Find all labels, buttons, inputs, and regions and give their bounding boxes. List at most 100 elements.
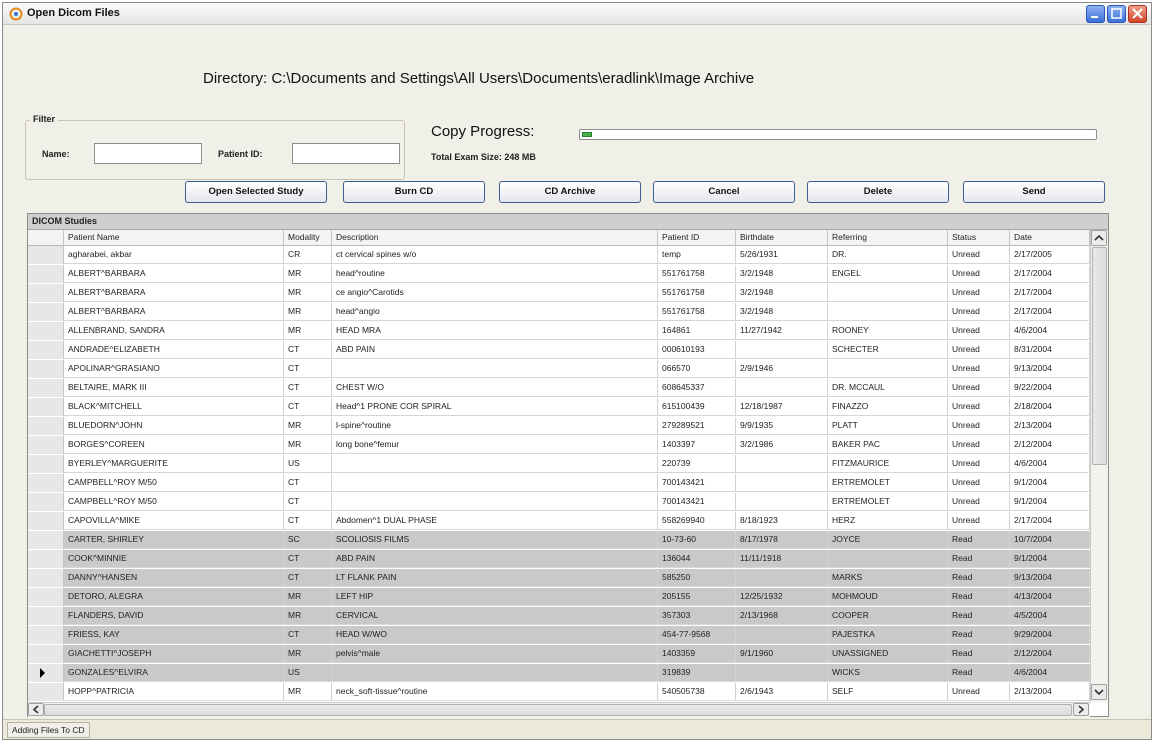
column-header-birthdate[interactable]: Birthdate xyxy=(736,230,828,246)
row-header[interactable] xyxy=(28,398,64,416)
cell-patient-id: 1403359 xyxy=(658,645,736,663)
table-row[interactable]: agharabei, akbar CR ct cervical spines w/o… xyxy=(28,246,1090,264)
scroll-left-button[interactable] xyxy=(28,703,44,716)
row-header[interactable] xyxy=(28,436,64,454)
row-header[interactable] xyxy=(28,493,64,511)
cell-date: 2/17/2005 xyxy=(1010,246,1090,264)
row-header[interactable] xyxy=(28,569,64,587)
table-row[interactable]: BLACK^MITCHELL CT Head^1 PRONE COR SPIRAL 6… xyxy=(28,398,1090,416)
minimize-button[interactable] xyxy=(1086,5,1105,23)
patient-id-input[interactable] xyxy=(292,143,400,164)
row-header[interactable] xyxy=(28,664,64,682)
scroll-down-button[interactable] xyxy=(1091,684,1107,700)
column-header-status[interactable]: Status xyxy=(948,230,1010,246)
column-header-date[interactable]: Date xyxy=(1010,230,1090,246)
cell-referring: ENGEL xyxy=(828,265,948,283)
row-header[interactable] xyxy=(28,303,64,321)
table-row[interactable]: CAMPBELL^ROY M/50 CT 700143421 ERTREMOLET Un… xyxy=(28,474,1090,492)
table-row[interactable]: ALBERT^BARBARA MR ce angio^Carotids 5517617… xyxy=(28,284,1090,302)
cell-patient-name: BLACK^MITCHELL xyxy=(64,398,284,416)
table-row[interactable]: FRIESS, KAY CT HEAD W/WO 454-77-9568 PAJESTK… xyxy=(28,626,1090,644)
row-header[interactable] xyxy=(28,360,64,378)
total-exam-size: Total Exam Size: 248 MB xyxy=(431,152,536,162)
row-header[interactable] xyxy=(28,512,64,530)
cell-description xyxy=(332,474,658,492)
row-header[interactable] xyxy=(28,588,64,606)
row-header[interactable] xyxy=(28,645,64,663)
table-row[interactable]: GONZALES^ELVIRA US 319839 WICKS Read 4/6/2004 xyxy=(28,664,1090,682)
table-row[interactable]: BLUEDORN^JOHN MR l-spine^routine 279289521 9… xyxy=(28,417,1090,435)
table-row[interactable]: BYERLEY^MARGUERITE US 220739 FITZMAURICE Unr… xyxy=(28,455,1090,473)
cell-patient-name: CAMPBELL^ROY M/50 xyxy=(64,493,284,511)
table-row[interactable]: COOK^MINNIE CT ABD PAIN 136044 11/11/1918 Rea… xyxy=(28,550,1090,568)
close-button[interactable] xyxy=(1128,5,1147,23)
column-header-patient-id[interactable]: Patient ID xyxy=(658,230,736,246)
send-button[interactable]: Send xyxy=(963,181,1105,203)
table-row[interactable]: CAMPBELL^ROY M/50 CT 700143421 ERTREMOLET Un… xyxy=(28,493,1090,511)
cell-referring: MOHMOUD xyxy=(828,588,948,606)
row-header[interactable] xyxy=(28,246,64,264)
table-row[interactable]: GIACHETTI^JOSEPH MR pelvis^male 1403359 9/1/… xyxy=(28,645,1090,663)
cell-patient-name: ALLENBRAND, SANDRA xyxy=(64,322,284,340)
cancel-button[interactable]: Cancel xyxy=(653,181,795,203)
vertical-scroll-thumb[interactable] xyxy=(1092,247,1107,465)
delete-button[interactable]: Delete xyxy=(807,181,949,203)
cell-patient-name: ANDRADE^ELIZABETH xyxy=(64,341,284,359)
maximize-button[interactable] xyxy=(1107,5,1126,23)
cell-modality: CT xyxy=(284,360,332,378)
table-row[interactable]: ALLENBRAND, SANDRA MR HEAD MRA 164861 11/27/… xyxy=(28,322,1090,340)
column-header-description[interactable]: Description xyxy=(332,230,658,246)
row-header[interactable] xyxy=(28,265,64,283)
table-row[interactable]: ALBERT^BARBARA MR head^angio 551761758 3/2/1… xyxy=(28,303,1090,321)
cell-patient-name: CAMPBELL^ROY M/50 xyxy=(64,474,284,492)
scroll-right-button[interactable] xyxy=(1073,703,1089,716)
vertical-scrollbar[interactable] xyxy=(1090,230,1108,702)
name-label: Name: xyxy=(42,149,70,159)
row-header[interactable] xyxy=(28,531,64,549)
row-header[interactable] xyxy=(28,683,64,701)
table-row[interactable]: ANDRADE^ELIZABETH CT ABD PAIN 000610193 SCHE… xyxy=(28,341,1090,359)
row-header[interactable] xyxy=(28,284,64,302)
cell-patient-id: 136044 xyxy=(658,550,736,568)
cell-referring: SCHECTER xyxy=(828,341,948,359)
row-header[interactable] xyxy=(28,379,64,397)
row-header[interactable] xyxy=(28,417,64,435)
cell-patient-name: ALBERT^BARBARA xyxy=(64,303,284,321)
table-row[interactable]: HOPP^PATRICIA MR neck_soft-tissue^routine 5… xyxy=(28,683,1090,701)
row-header[interactable] xyxy=(28,322,64,340)
column-header-patient-name[interactable]: Patient Name xyxy=(64,230,284,246)
table-row[interactable]: BORGES^COREEN MR long bone^femur 1403397 3/2… xyxy=(28,436,1090,454)
horizontal-scroll-thumb[interactable] xyxy=(44,704,1072,716)
cell-referring: SELF xyxy=(828,683,948,701)
cell-modality: US xyxy=(284,664,332,682)
column-header-referring[interactable]: Referring xyxy=(828,230,948,246)
open-selected-study-button[interactable]: Open Selected Study xyxy=(185,181,327,203)
title-bar[interactable]: Open Dicom Files xyxy=(3,3,1151,25)
cell-patient-name: BLUEDORN^JOHN xyxy=(64,417,284,435)
row-header[interactable] xyxy=(28,341,64,359)
name-input[interactable] xyxy=(94,143,202,164)
row-header[interactable] xyxy=(28,626,64,644)
table-row[interactable]: CAPOVILLA^MIKE CT Abdomen^1 DUAL PHASE 5582… xyxy=(28,512,1090,530)
burn-cd-button[interactable]: Burn CD xyxy=(343,181,485,203)
header-corner xyxy=(28,230,64,246)
row-header[interactable] xyxy=(28,474,64,492)
row-header[interactable] xyxy=(28,550,64,568)
table-row[interactable]: CARTER, SHIRLEY SC SCOLIOSIS FILMS 10-73-60… xyxy=(28,531,1090,549)
column-header-modality[interactable]: Modality xyxy=(284,230,332,246)
table-row[interactable]: DETORO, ALEGRA MR LEFT HIP 205155 12/25/1932… xyxy=(28,588,1090,606)
cell-modality: US xyxy=(284,455,332,473)
cell-modality: CT xyxy=(284,474,332,492)
table-row[interactable]: FLANDERS, DAVID MR CERVICAL 357303 2/13/1968… xyxy=(28,607,1090,625)
horizontal-scrollbar[interactable] xyxy=(28,702,1090,717)
cell-birthdate: 9/9/1935 xyxy=(736,417,828,435)
cell-modality: CT xyxy=(284,626,332,644)
cd-archive-button[interactable]: CD Archive xyxy=(499,181,641,203)
table-row[interactable]: DANNY^HANSEN CT LT FLANK PAIN 585250 MARKS Re… xyxy=(28,569,1090,587)
table-row[interactable]: APOLINAR^GRASIANO CT 066570 2/9/1946 Unread 9… xyxy=(28,360,1090,378)
row-header[interactable] xyxy=(28,455,64,473)
table-row[interactable]: BELTAIRE, MARK III CT CHEST W/O 608645337 DR… xyxy=(28,379,1090,397)
table-row[interactable]: ALBERT^BARBARA MR head^routine 551761758 3/2… xyxy=(28,265,1090,283)
scroll-up-button[interactable] xyxy=(1091,230,1107,246)
row-header[interactable] xyxy=(28,607,64,625)
